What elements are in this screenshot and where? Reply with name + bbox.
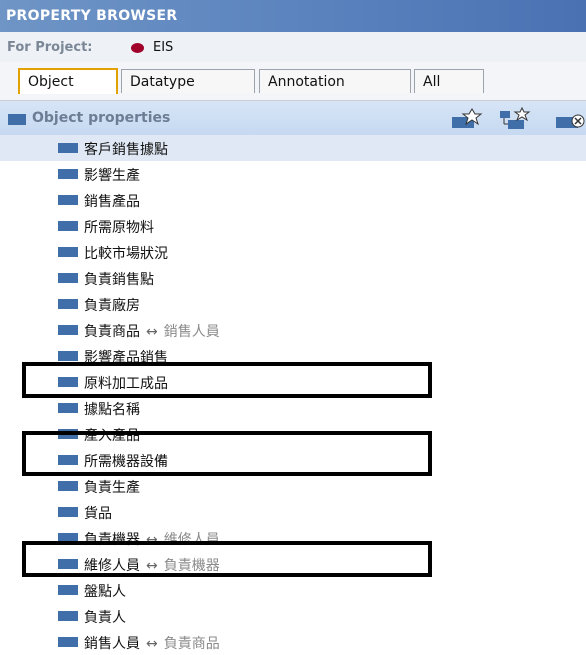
project-label: For Project: bbox=[7, 40, 93, 55]
tab-datatype-label: Datatype bbox=[130, 73, 195, 90]
property-label: 據點名稱 bbox=[84, 402, 140, 418]
property-label: 負責廠房 bbox=[84, 298, 140, 314]
project-dot-icon bbox=[131, 43, 144, 53]
inverse-arrow-icon: ↔ bbox=[146, 324, 158, 340]
property-label: 銷售產品 bbox=[84, 194, 140, 210]
property-icon bbox=[58, 247, 78, 257]
property-browser-header: PROPERTY BROWSER bbox=[0, 0, 586, 32]
project-name: EIS bbox=[153, 40, 174, 55]
highlight-box-2 bbox=[22, 431, 432, 476]
property-label: 比較市場狀況 bbox=[84, 246, 168, 262]
property-label: 盤點人 bbox=[84, 584, 126, 600]
tab-datatype[interactable]: Datatype bbox=[121, 69, 255, 93]
property-icon bbox=[58, 403, 78, 413]
tab-annotation[interactable]: Annotation bbox=[259, 69, 411, 93]
list-item[interactable]: 比較市場狀況 bbox=[0, 239, 586, 265]
list-item[interactable]: 盤點人 bbox=[0, 577, 586, 603]
inverse-arrow-icon: ↔ bbox=[146, 636, 158, 652]
property-name: 銷售人員 bbox=[84, 636, 140, 652]
list-item[interactable]: 客戶銷售據點 bbox=[0, 135, 586, 161]
inverse-property: 銷售人員 bbox=[163, 324, 220, 340]
property-icon bbox=[58, 273, 78, 283]
property-label: 銷售人員 ↔ 負責商品 bbox=[84, 633, 220, 653]
list-item[interactable]: 影響生產 bbox=[0, 161, 586, 187]
property-label: 負責銷售點 bbox=[84, 272, 154, 288]
list-item[interactable]: 所需原物料 bbox=[0, 213, 586, 239]
project-row: For Project: EIS bbox=[0, 32, 586, 62]
list-item[interactable]: 貨品 bbox=[0, 499, 586, 525]
panel-title: PROPERTY BROWSER bbox=[6, 8, 178, 24]
add-property-icon[interactable] bbox=[450, 107, 484, 131]
tab-object[interactable]: Object bbox=[18, 68, 118, 94]
inverse-property: 負責商品 bbox=[163, 636, 220, 652]
list-item[interactable]: 負責銷售點 bbox=[0, 265, 586, 291]
property-icon bbox=[58, 585, 78, 595]
property-icon bbox=[58, 507, 78, 517]
property-icon bbox=[58, 169, 78, 179]
list-item[interactable]: 負責廠房 bbox=[0, 291, 586, 317]
list-item[interactable]: 銷售產品 bbox=[0, 187, 586, 213]
property-label: 影響生產 bbox=[84, 168, 140, 184]
property-label: 負責人 bbox=[84, 610, 126, 626]
property-label: 貨品 bbox=[84, 506, 112, 522]
list-item[interactable]: 銷售人員 ↔ 負責商品 bbox=[0, 629, 586, 655]
property-icon bbox=[58, 351, 78, 361]
list-item[interactable]: 負責商品 ↔ 銷售人員 bbox=[0, 317, 586, 343]
property-icon bbox=[58, 637, 78, 647]
property-label: 客戶銷售據點 bbox=[84, 142, 168, 158]
tab-object-label: Object bbox=[28, 74, 74, 90]
property-icon bbox=[58, 195, 78, 205]
property-label: 所需原物料 bbox=[84, 220, 154, 236]
property-label: 負責生產 bbox=[84, 480, 140, 496]
object-properties-header: Object properties bbox=[0, 101, 586, 135]
property-icon bbox=[58, 221, 78, 231]
delete-property-icon[interactable] bbox=[554, 107, 586, 131]
property-label: 負責商品 ↔ 銷售人員 bbox=[84, 321, 220, 341]
add-subproperty-icon[interactable] bbox=[498, 107, 532, 131]
tab-annotation-label: Annotation bbox=[268, 73, 345, 90]
tab-bar: Object Datatype Annotation All bbox=[0, 62, 586, 101]
list-item[interactable]: 負責生產 bbox=[0, 473, 586, 499]
list-item[interactable]: 據點名稱 bbox=[0, 395, 586, 421]
property-icon bbox=[58, 611, 78, 621]
tab-all[interactable]: All bbox=[414, 69, 484, 93]
property-icon bbox=[58, 299, 78, 309]
highlight-box-3 bbox=[22, 541, 432, 577]
property-icon bbox=[8, 114, 26, 125]
list-item[interactable]: 負責人 bbox=[0, 603, 586, 629]
highlight-box-1 bbox=[22, 362, 432, 398]
property-icon bbox=[58, 143, 78, 153]
property-icon bbox=[58, 325, 78, 335]
tab-all-label: All bbox=[423, 73, 441, 90]
property-name: 負責商品 bbox=[84, 324, 140, 340]
property-icon bbox=[58, 481, 78, 491]
section-label: Object properties bbox=[32, 110, 171, 126]
